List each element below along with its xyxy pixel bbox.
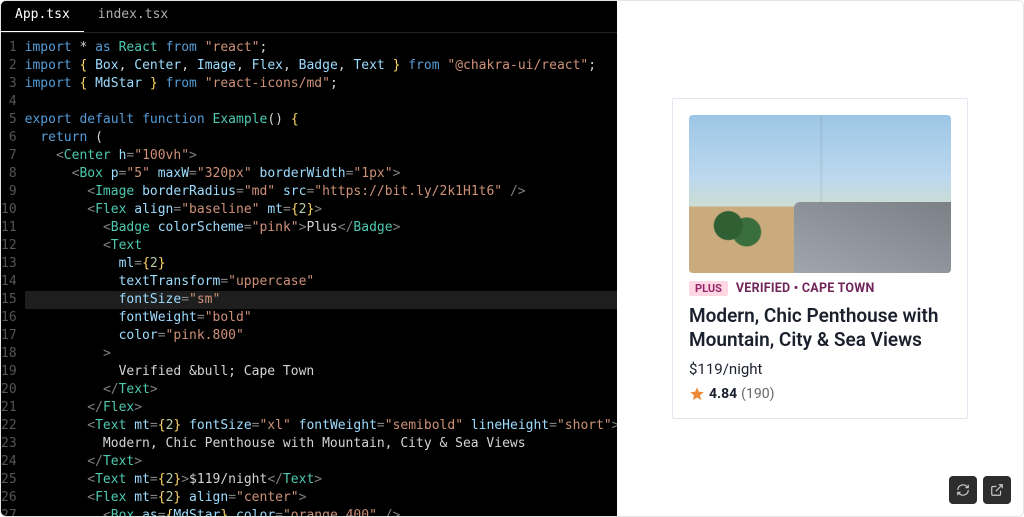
code-line[interactable]: ml={2}	[25, 255, 617, 273]
verified-text: VERIFIED • CAPE TOWN	[736, 281, 875, 296]
code-line[interactable]: export default function Example() {	[25, 111, 617, 129]
code-line[interactable]: <Center h="100vh">	[25, 147, 617, 165]
tab-index-tsx[interactable]: index.tsx	[84, 1, 182, 32]
code-line[interactable]	[25, 93, 617, 111]
code-line[interactable]: textTransform="uppercase"	[25, 273, 617, 291]
code-line[interactable]: <Text mt={2}>$119/night</Text>	[25, 471, 617, 489]
code-content[interactable]: import * as React from "react";import { …	[25, 33, 617, 516]
code-line[interactable]: fontWeight="bold"	[25, 309, 617, 327]
listing-card: PLUS VERIFIED • CAPE TOWN Modern, Chic P…	[672, 98, 968, 419]
code-line[interactable]: return (	[25, 129, 617, 147]
code-line[interactable]: <Badge colorScheme="pink">Plus</Badge>	[25, 219, 617, 237]
editor-pane: App.tsx index.tsx 1234567891011121314151…	[1, 1, 617, 516]
code-line[interactable]: <Box as={MdStar} color="orange.400" />	[25, 507, 617, 516]
code-line[interactable]: </Text>	[25, 453, 617, 471]
code-line[interactable]: <Text mt={2} fontSize="xl" fontWeight="s…	[25, 417, 617, 435]
code-line[interactable]: color="pink.800"	[25, 327, 617, 345]
editor-tabs: App.tsx index.tsx	[1, 1, 617, 33]
refresh-icon	[956, 483, 970, 497]
code-line[interactable]: <Box p="5" maxW="320px" borderWidth="1px…	[25, 165, 617, 183]
rating-row: 4.84 (190)	[689, 386, 951, 402]
code-line[interactable]: <Flex align="baseline" mt={2}>	[25, 201, 617, 219]
preview-pane: PLUS VERIFIED • CAPE TOWN Modern, Chic P…	[617, 1, 1023, 516]
code-line[interactable]: <Flex mt={2} align="center">	[25, 489, 617, 507]
listing-price: $119/night	[689, 360, 951, 378]
open-external-button[interactable]	[983, 476, 1011, 504]
line-gutter: 1234567891011121314151617181920212223242…	[1, 33, 25, 516]
listing-image	[689, 115, 951, 273]
star-icon	[689, 386, 705, 402]
tab-app-tsx[interactable]: App.tsx	[1, 1, 84, 32]
code-line[interactable]: <Text	[25, 237, 617, 255]
rating-count: (190)	[741, 386, 774, 402]
code-line[interactable]: >	[25, 345, 617, 363]
code-line[interactable]: <Image borderRadius="md" src="https://bi…	[25, 183, 617, 201]
code-line[interactable]: </Text>	[25, 381, 617, 399]
app-root: App.tsx index.tsx 1234567891011121314151…	[0, 0, 1024, 517]
code-line[interactable]: Verified &bull; Cape Town	[25, 363, 617, 381]
code-editor[interactable]: 1234567891011121314151617181920212223242…	[1, 33, 617, 516]
code-line[interactable]: Modern, Chic Penthouse with Mountain, Ci…	[25, 435, 617, 453]
rating-value: 4.84	[709, 386, 737, 402]
code-line[interactable]: import { Box, Center, Image, Flex, Badge…	[25, 57, 617, 75]
plus-badge: PLUS	[689, 281, 728, 296]
code-line[interactable]: import { MdStar } from "react-icons/md";	[25, 75, 617, 93]
code-line[interactable]: fontSize="sm"	[25, 291, 617, 309]
external-link-icon	[990, 483, 1004, 497]
listing-meta: PLUS VERIFIED • CAPE TOWN	[689, 281, 951, 296]
refresh-button[interactable]	[949, 476, 977, 504]
preview-toolbar	[949, 476, 1011, 504]
listing-title: Modern, Chic Penthouse with Mountain, Ci…	[689, 304, 951, 352]
code-line[interactable]: import * as React from "react";	[25, 39, 617, 57]
code-line[interactable]: </Flex>	[25, 399, 617, 417]
